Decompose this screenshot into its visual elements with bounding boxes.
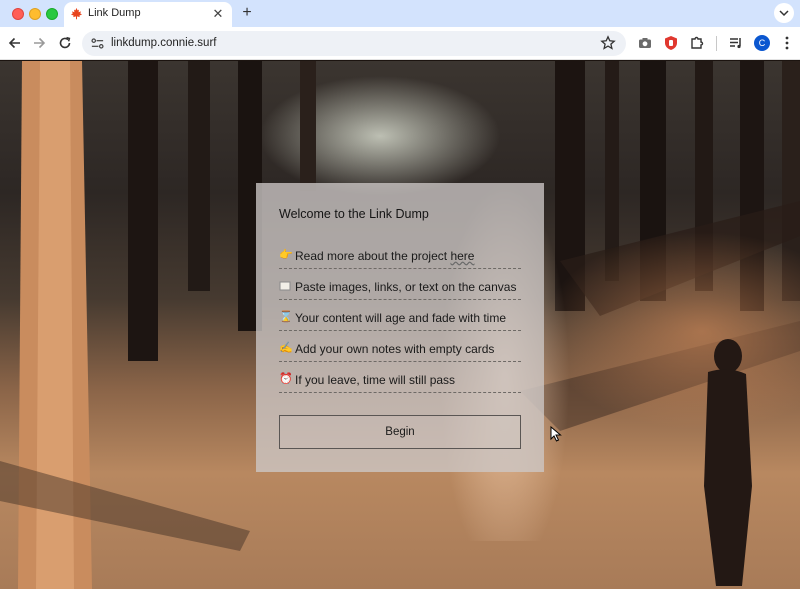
reading-list-button[interactable] xyxy=(727,34,745,52)
chevron-down-icon xyxy=(779,10,789,17)
writing-hand-icon: ✍ xyxy=(279,342,293,354)
camera-icon xyxy=(639,38,651,48)
welcome-item-text: If you leave, time will still pass xyxy=(295,373,456,387)
profile-avatar[interactable]: C xyxy=(754,35,770,51)
minimize-window-button[interactable] xyxy=(29,8,41,20)
bookmark-star-icon[interactable] xyxy=(600,35,616,51)
forest-background: Welcome to the Link Dump 👉 Read more abo… xyxy=(0,61,800,589)
welcome-item-notes: ✍ Add your own notes with empty cards xyxy=(279,339,521,362)
reload-icon xyxy=(59,36,71,49)
begin-button[interactable]: Begin xyxy=(279,415,521,449)
welcome-item-text: Paste images, links, or text on the canv… xyxy=(295,280,517,294)
new-tab-button[interactable]: + xyxy=(237,3,257,23)
welcome-item-paste: Paste images, links, or text on the canv… xyxy=(279,277,521,300)
tab-search-button[interactable] xyxy=(774,3,794,23)
welcome-item-age: ⌛ Your content will age and fade with ti… xyxy=(279,308,521,331)
close-window-button[interactable] xyxy=(12,8,24,20)
welcome-item-text: Read more about the project xyxy=(295,249,451,263)
url-text[interactable]: linkdump.connie.surf xyxy=(111,37,216,49)
shield-hand-icon xyxy=(665,36,677,50)
project-link[interactable]: here xyxy=(450,249,474,263)
site-settings-icon[interactable] xyxy=(90,36,105,51)
toolbar-divider xyxy=(716,36,717,51)
person-shadow-illustration xyxy=(704,339,752,586)
adblock-extension-button[interactable] xyxy=(662,34,680,52)
welcome-item-read-more: 👉 Read more about the project here xyxy=(279,246,521,269)
tab-strip: Link Dump ✕ + xyxy=(0,0,800,27)
active-tab[interactable]: Link Dump ✕ xyxy=(64,2,232,27)
screenshot-extension-button[interactable] xyxy=(636,34,654,52)
welcome-card: Welcome to the Link Dump 👉 Read more abo… xyxy=(256,183,544,472)
kebab-menu-icon xyxy=(785,36,789,50)
welcome-title: Welcome to the Link Dump xyxy=(279,207,429,221)
welcome-item-text: Your content will age and fade with time xyxy=(295,311,507,325)
mouse-cursor-icon xyxy=(550,426,562,442)
browser-toolbar: linkdump.connie.surf C xyxy=(0,27,800,60)
puzzle-icon xyxy=(691,36,704,49)
alarm-clock-icon: ⏰ xyxy=(279,373,293,385)
welcome-item-time: ⏰ If you leave, time will still pass xyxy=(279,370,521,393)
back-button[interactable] xyxy=(6,34,24,52)
frame-icon xyxy=(279,280,292,293)
arrow-right-icon xyxy=(34,37,46,49)
reload-button[interactable] xyxy=(56,34,74,52)
close-tab-icon[interactable]: ✕ xyxy=(210,6,226,22)
welcome-item-text: Add your own notes with empty cards xyxy=(295,342,495,356)
sunlit-ground xyxy=(540,231,800,431)
media-list-icon xyxy=(730,38,741,49)
tab-title: Link Dump xyxy=(88,7,141,19)
arrow-left-icon xyxy=(8,37,20,49)
address-bar[interactable]: linkdump.connie.surf xyxy=(82,31,626,56)
forward-button[interactable] xyxy=(30,34,48,52)
extensions-button[interactable] xyxy=(688,34,706,52)
maximize-window-button[interactable] xyxy=(46,8,58,20)
maple-leaf-icon xyxy=(70,7,83,20)
pointing-hand-icon: 👉 xyxy=(279,249,293,261)
hourglass-icon: ⌛ xyxy=(279,311,293,323)
browser-menu-button[interactable] xyxy=(778,34,796,52)
